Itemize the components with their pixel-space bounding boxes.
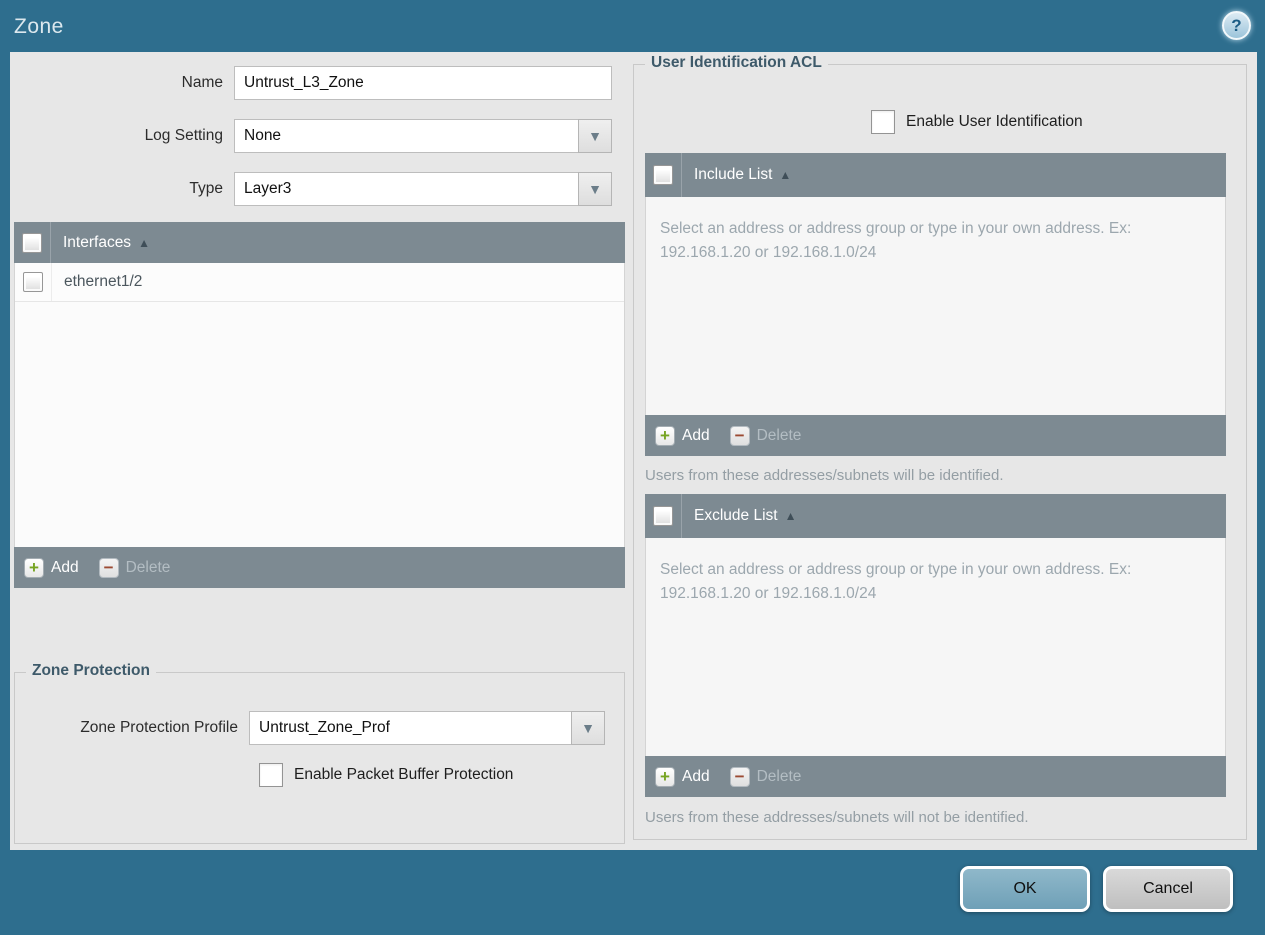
type-label: Type	[189, 180, 223, 197]
interfaces-delete-button[interactable]: − Delete	[98, 557, 171, 578]
plus-icon: +	[24, 557, 44, 578]
minus-icon: −	[729, 766, 750, 787]
ok-button[interactable]: OK	[960, 866, 1090, 912]
chevron-down-icon[interactable]: ▼	[571, 711, 605, 745]
zone-protection-profile-value: Untrust_Zone_Prof	[249, 711, 572, 745]
interface-row[interactable]: ethernet1/2	[15, 263, 624, 302]
enable-user-id-row: Enable User Identification	[871, 110, 1083, 134]
exclude-header-checkbox-cell	[645, 494, 682, 538]
include-list-placeholder: Select an address or address group or ty…	[660, 220, 1132, 262]
name-field-row: Name	[10, 66, 624, 100]
exclude-list-caption: Users from these addresses/subnets will …	[645, 809, 1029, 826]
chevron-down-icon[interactable]: ▼	[578, 119, 612, 153]
zone-protection-profile-row: Zone Protection Profile Untrust_Zone_Pro…	[15, 711, 620, 745]
log-setting-field-row: Log Setting None ▼	[10, 119, 624, 153]
plus-icon: +	[655, 766, 675, 787]
exclude-add-button[interactable]: + Add	[655, 766, 710, 787]
interfaces-column-label: Interfaces	[63, 233, 132, 251]
enable-user-id-checkbox[interactable]	[871, 110, 895, 134]
interfaces-column-header[interactable]: Interfaces ▲	[63, 234, 150, 252]
packet-buffer-row: Enable Packet Buffer Protection	[259, 763, 513, 787]
exclude-add-label: Add	[682, 767, 710, 785]
include-header-checkbox-cell	[645, 153, 682, 197]
user-identification-legend: User Identification ACL	[645, 54, 828, 72]
interface-row-checkbox[interactable]	[23, 272, 43, 292]
include-list-caption: Users from these addresses/subnets will …	[645, 467, 1004, 484]
sort-asc-icon: ▲	[784, 509, 797, 523]
exclude-list-header: Exclude List ▲	[645, 494, 1226, 538]
log-setting-label: Log Setting	[144, 127, 223, 144]
include-add-button[interactable]: + Add	[655, 425, 710, 446]
include-delete-button[interactable]: − Delete	[729, 425, 802, 446]
interfaces-select-all-checkbox[interactable]	[22, 232, 42, 253]
include-column-label: Include List	[694, 166, 773, 183]
user-identification-fieldset: User Identification ACL Enable User Iden…	[633, 54, 1247, 840]
type-field-row: Type Layer3 ▼	[10, 172, 624, 206]
name-input[interactable]	[234, 66, 612, 100]
interfaces-add-button[interactable]: + Add	[24, 557, 79, 578]
exclude-column-header[interactable]: Exclude List ▲	[694, 507, 796, 525]
dialog-body-panel: Name Log Setting None ▼ Type Layer3 ▼ In…	[10, 52, 1257, 850]
interfaces-table: Interfaces ▲ ethernet1/2 + Add − Delete	[14, 222, 625, 588]
include-add-label: Add	[682, 426, 710, 444]
chevron-down-icon[interactable]: ▼	[578, 172, 612, 206]
exclude-select-all-checkbox[interactable]	[653, 506, 673, 526]
minus-icon: −	[98, 557, 119, 578]
zone-protection-fieldset: Zone Protection Zone Protection Profile …	[14, 662, 625, 844]
interface-name: ethernet1/2	[64, 273, 143, 290]
exclude-delete-label: Delete	[756, 767, 802, 785]
include-column-header[interactable]: Include List ▲	[694, 166, 791, 184]
exclude-list-body[interactable]: Select an address or address group or ty…	[645, 538, 1226, 756]
help-icon[interactable]: ?	[1222, 11, 1251, 40]
enable-user-id-label: Enable User Identification	[906, 113, 1083, 130]
interfaces-delete-label: Delete	[125, 558, 171, 576]
log-setting-value: None	[234, 119, 579, 153]
include-list-body[interactable]: Select an address or address group or ty…	[645, 197, 1226, 415]
interfaces-table-header: Interfaces ▲	[14, 222, 625, 263]
plus-icon: +	[655, 425, 675, 446]
log-setting-select[interactable]: None ▼	[234, 119, 612, 153]
name-label: Name	[181, 74, 223, 91]
dialog-title-bar: Zone ?	[0, 0, 1265, 52]
cancel-button[interactable]: Cancel	[1103, 866, 1233, 912]
sort-asc-icon: ▲	[138, 235, 150, 250]
exclude-column-label: Exclude List	[694, 507, 778, 524]
interfaces-table-body: ethernet1/2	[14, 263, 625, 547]
exclude-delete-button[interactable]: − Delete	[729, 766, 802, 787]
include-delete-label: Delete	[756, 426, 802, 444]
include-select-all-checkbox[interactable]	[653, 165, 673, 185]
exclude-list-table: Exclude List ▲ Select an address or addr…	[645, 494, 1226, 797]
packet-buffer-label: Enable Packet Buffer Protection	[294, 766, 514, 783]
include-list-table: Include List ▲ Select an address or addr…	[645, 153, 1226, 456]
include-list-header: Include List ▲	[645, 153, 1226, 197]
dialog-title: Zone	[14, 15, 64, 38]
include-list-footer: + Add − Delete	[645, 415, 1226, 456]
zone-protection-profile-label: Zone Protection Profile	[80, 719, 238, 736]
interfaces-table-footer: + Add − Delete	[14, 547, 625, 588]
interfaces-header-checkbox-cell	[14, 222, 51, 263]
type-value: Layer3	[234, 172, 579, 206]
interface-row-checkbox-cell	[15, 263, 52, 301]
packet-buffer-checkbox[interactable]	[259, 763, 283, 787]
zone-protection-profile-select[interactable]: Untrust_Zone_Prof ▼	[249, 711, 605, 745]
sort-asc-icon: ▲	[779, 168, 792, 182]
exclude-list-placeholder: Select an address or address group or ty…	[660, 561, 1132, 603]
minus-icon: −	[729, 425, 750, 446]
type-select[interactable]: Layer3 ▼	[234, 172, 612, 206]
interfaces-add-label: Add	[51, 558, 79, 576]
zone-protection-legend: Zone Protection	[26, 662, 156, 680]
exclude-list-footer: + Add − Delete	[645, 756, 1226, 797]
